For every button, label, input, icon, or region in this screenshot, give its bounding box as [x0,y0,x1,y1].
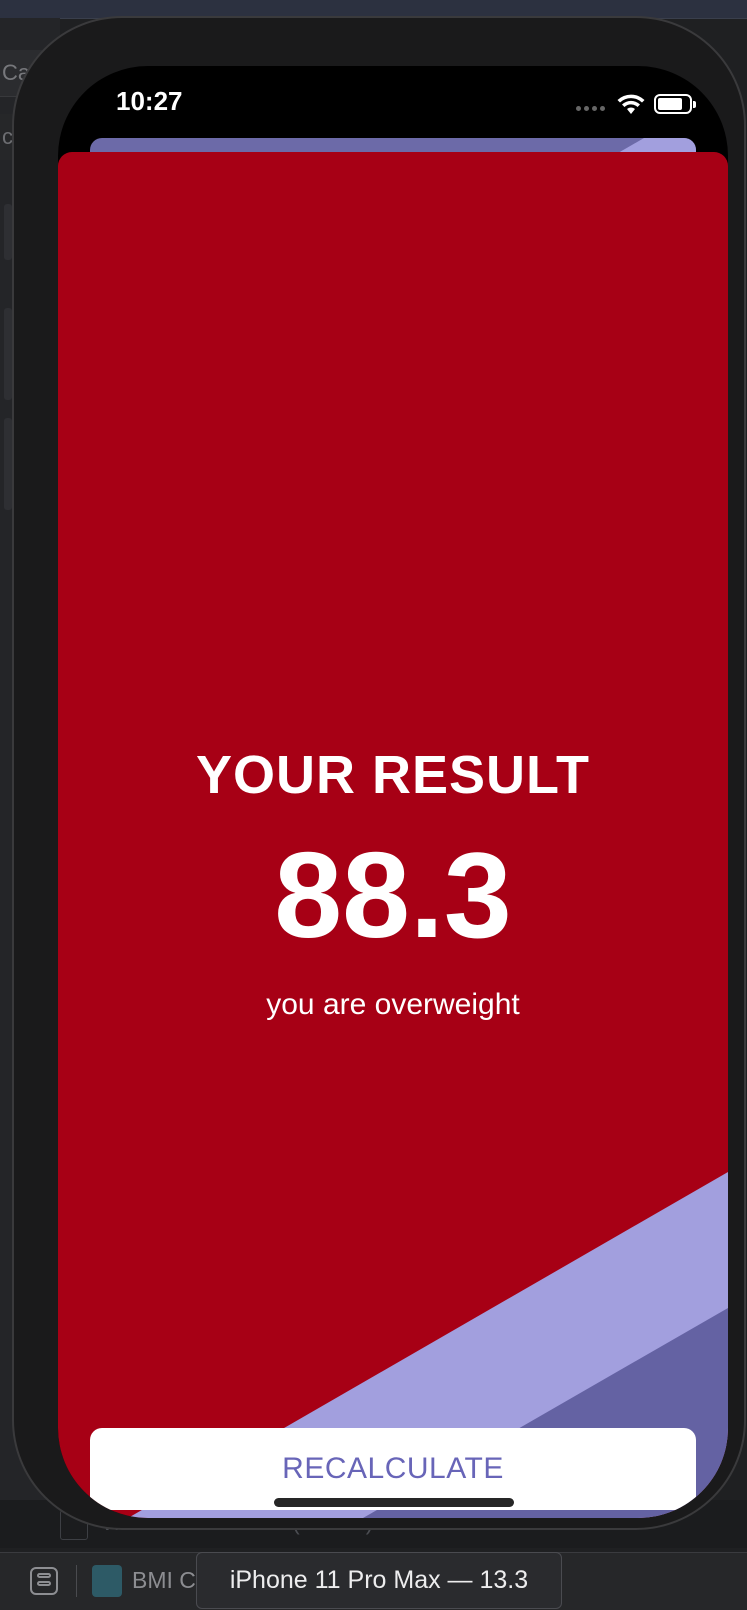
simulator-device-tooltip: iPhone 11 Pro Max — 13.3 [196,1552,562,1609]
result-title: YOUR RESULT [195,745,590,805]
wifi-icon [617,94,645,114]
advice-text: you are overweight [266,988,520,1021]
home-indicator[interactable] [274,1498,514,1507]
debug-area-toggle-icon[interactable] [30,1567,58,1595]
signal-dots-icon [576,106,606,112]
battery-icon [654,94,696,114]
scheme-label[interactable]: BMI C [132,1567,196,1594]
device-notch [224,66,564,116]
status-time: 10:27 [116,86,183,116]
navigator-edge-control [4,308,12,400]
device-screen: 10:27 YOUR RESULT 88.3 you are overweigh… [58,66,728,1518]
scheme-app-icon[interactable] [92,1565,122,1597]
iphone-device-frame: 10:27 YOUR RESULT 88.3 you are overweigh… [12,16,746,1530]
status-icons [576,92,696,116]
result-screen: YOUR RESULT 88.3 you are overweight RECA… [58,152,728,1518]
navigator-edge-control [4,204,12,260]
status-divider [76,1565,77,1597]
navigator-edge-control [4,418,12,510]
bmi-value: 88.3 [274,827,512,963]
